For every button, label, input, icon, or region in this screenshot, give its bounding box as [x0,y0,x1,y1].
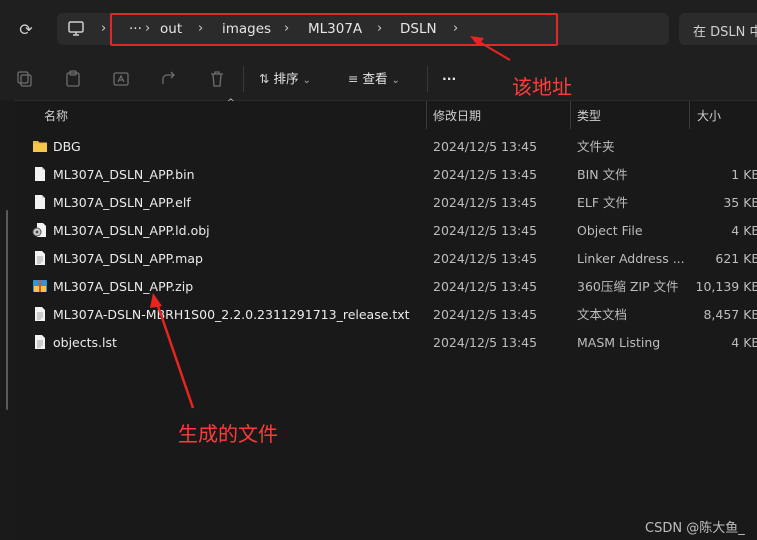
watermark: CSDN @陈大鱼_ [645,521,745,536]
annotation-arrows [150,36,511,409]
output-file-annotation: 生成的文件 [178,422,278,446]
